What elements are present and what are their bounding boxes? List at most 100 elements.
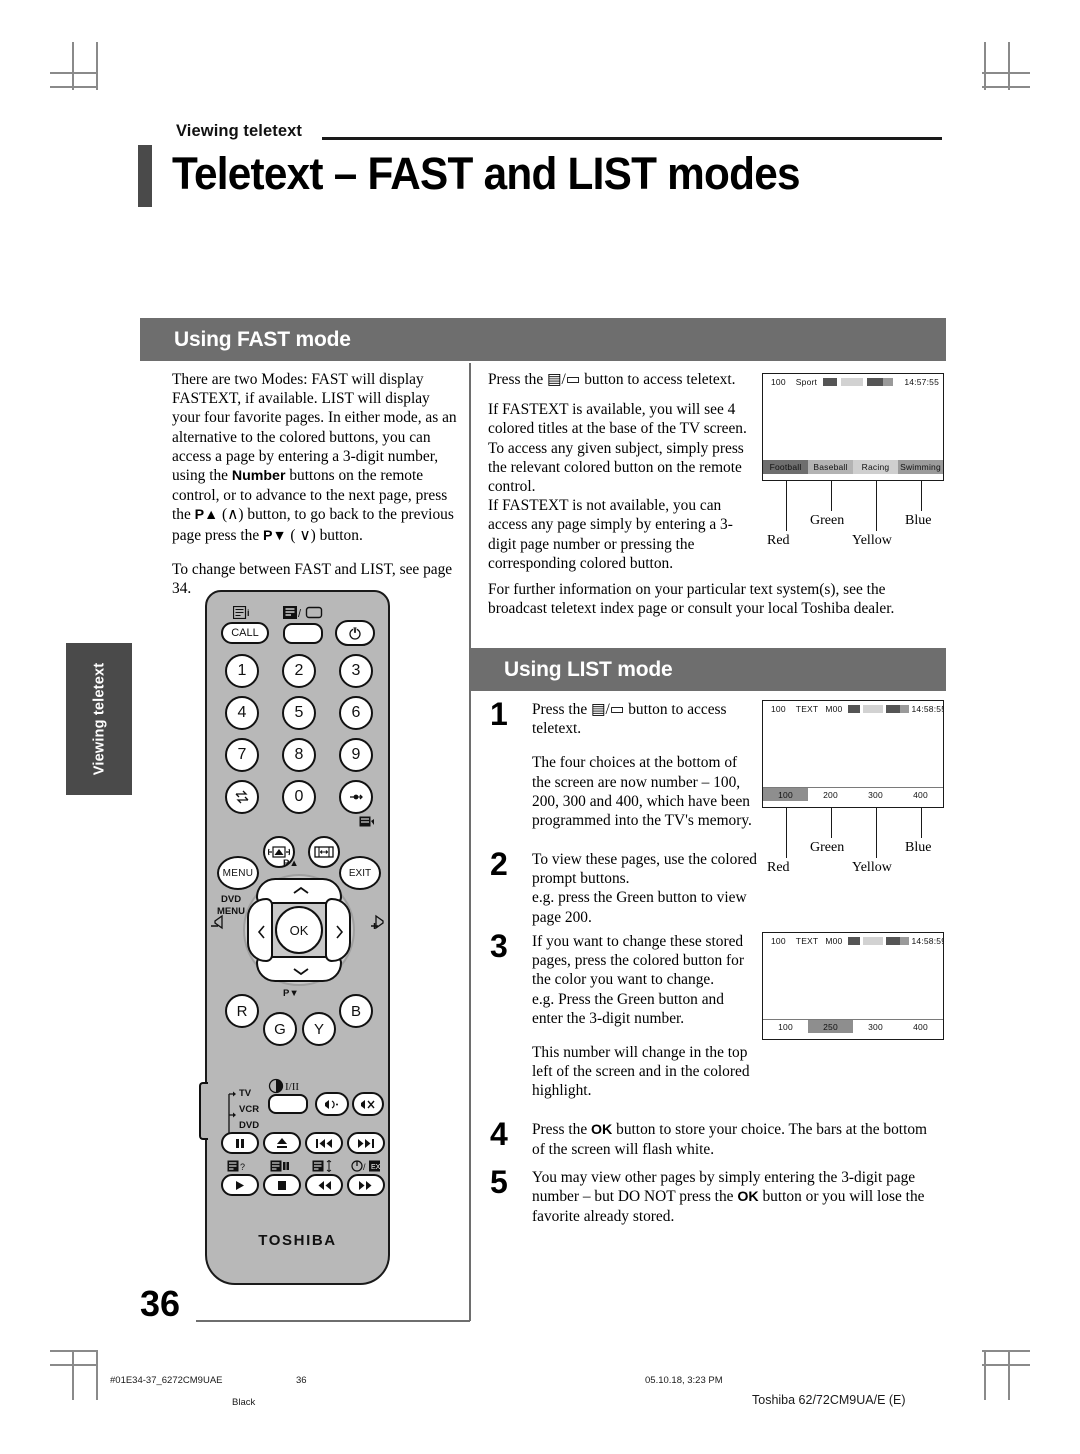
tv-prompt-cell: Swimming xyxy=(898,460,943,474)
rewind-button[interactable] xyxy=(305,1174,343,1196)
tv-screen-list-2: 100 TEXT M00 14:58:59 100 250 300 400 xyxy=(762,932,944,1040)
volume-down-icon xyxy=(211,914,229,930)
step-number: 5 xyxy=(490,1164,508,1200)
list-step-4: 4 Press the OK button to store your choi… xyxy=(490,1116,942,1159)
crop-mark-tr-h xyxy=(982,72,1030,74)
eject-button[interactable] xyxy=(263,1132,301,1154)
fast-forward-button[interactable] xyxy=(347,1174,385,1196)
tv-prompt-cell: 100 xyxy=(763,788,808,801)
skip-back-button[interactable] xyxy=(305,1132,343,1154)
svg-text:i: i xyxy=(247,608,250,618)
tv-screen-fastext: 100 Sport 14:57:55 Football Baseball Rac… xyxy=(762,373,944,481)
crop-mark-br-h2 xyxy=(982,1364,1030,1366)
pause-button[interactable] xyxy=(221,1132,259,1154)
nav-right-button[interactable] xyxy=(325,898,351,962)
content-frame-rule xyxy=(469,363,471,1321)
number-button-7[interactable]: 7 xyxy=(225,738,259,772)
color-button-green[interactable]: G xyxy=(263,1012,297,1046)
fast-mid-paragraph-1: Press the ▤/▭ button to access teletext. xyxy=(488,371,736,388)
leader-line-blue xyxy=(921,808,923,838)
tv-clock: 14:57:55 xyxy=(904,376,939,387)
number-button-1[interactable]: 1 xyxy=(225,654,259,688)
fast-left-column: There are two Modes: FAST will display F… xyxy=(172,370,458,598)
color-label-green: Green xyxy=(810,840,845,855)
device-label-vcr: VCR xyxy=(239,1104,260,1115)
step-text: If you want to change these stored pages… xyxy=(532,933,744,989)
color-button-red[interactable]: R xyxy=(225,994,259,1028)
number-button-6[interactable]: 6 xyxy=(339,696,373,730)
tv-fastext-prompt-bar: Football Baseball Racing Swimming xyxy=(763,460,943,474)
crop-mark-bl-h xyxy=(50,1350,98,1352)
step-text: To view these pages, use the colored pro… xyxy=(532,851,758,888)
tv-prompt-cell: Football xyxy=(763,460,808,474)
call-button[interactable]: CALL xyxy=(221,622,269,644)
stop-button[interactable] xyxy=(263,1174,301,1196)
p-up-label: P▲ xyxy=(283,858,299,869)
crop-mark-tl-h xyxy=(50,72,98,74)
menu-button[interactable]: MENU xyxy=(217,856,259,890)
power-button[interactable] xyxy=(335,620,375,646)
tv-list-prompt-bar: 100 250 300 400 xyxy=(763,1019,943,1033)
leader-line-red xyxy=(786,481,788,531)
tv-diagram-fastext: 100 Sport 14:57:55 Football Baseball Rac… xyxy=(762,373,944,548)
tv-clock: 14:58:59 xyxy=(911,935,944,946)
tv-prompt-cell: 400 xyxy=(913,789,928,800)
footer-page: 36 xyxy=(296,1375,307,1386)
footer-timestamp: 05.10.18, 3:23 PM xyxy=(645,1375,723,1386)
tv-clock: 14:58:55 xyxy=(911,703,944,714)
crop-mark-tl-v xyxy=(72,42,74,90)
teletext-hold-icon xyxy=(270,1160,292,1173)
color-button-yellow[interactable]: Y xyxy=(302,1012,336,1046)
exit-button[interactable]: EXIT xyxy=(339,856,381,890)
tv-header-blocks xyxy=(823,377,902,386)
sound-effect-button[interactable] xyxy=(315,1092,349,1116)
step-text-2: e.g. Press the Green button and enter th… xyxy=(532,990,724,1027)
timer-exit-icon: / EX xyxy=(351,1160,387,1173)
color-label-yellow: Yellow xyxy=(852,533,892,548)
number-button-8[interactable]: 8 xyxy=(282,738,316,772)
color-button-blue[interactable]: B xyxy=(339,994,373,1028)
step-number: 3 xyxy=(490,928,508,964)
play-button[interactable] xyxy=(221,1174,259,1196)
mute-button[interactable] xyxy=(352,1092,384,1116)
leader-line-yellow xyxy=(876,808,878,858)
tv-page-label: Sport xyxy=(795,376,818,387)
p-down-label: P▼ xyxy=(283,988,299,999)
number-button-5[interactable]: 5 xyxy=(282,696,316,730)
fast-mid-paragraph-2: If FASTEXT is available, you will see 4 … xyxy=(488,401,747,496)
teletext-button[interactable] xyxy=(283,623,323,644)
crop-mark-tr-v2 xyxy=(984,42,986,90)
page-kicker: Viewing teletext xyxy=(176,122,303,140)
footer-job-code: #01E34-37_6272CM9UAE xyxy=(110,1375,223,1386)
step-text-2: The four choices at the bottom of the sc… xyxy=(532,754,752,830)
tv-header-blocks xyxy=(848,936,910,945)
ok-button[interactable]: OK xyxy=(275,906,323,954)
leader-line-red xyxy=(786,808,788,858)
tv-status-bar: 100 TEXT M00 14:58:59 xyxy=(763,933,943,948)
number-button-9[interactable]: 9 xyxy=(339,738,373,772)
input-select-button[interactable] xyxy=(339,780,373,814)
section-title-list: Using LIST mode xyxy=(504,657,673,681)
volume-up-icon xyxy=(369,914,389,932)
device-selector: TV VCR DVD xyxy=(221,1086,260,1139)
color-label-red: Red xyxy=(767,533,790,548)
number-button-0[interactable]: 0 xyxy=(282,780,316,814)
skip-forward-button[interactable] xyxy=(347,1132,385,1154)
step-text: You may view other pages by simply enter… xyxy=(532,1169,925,1226)
step-number: 4 xyxy=(490,1116,508,1152)
nav-left-button[interactable] xyxy=(247,898,273,962)
tv-prompt-cell: 250 xyxy=(808,1020,853,1033)
sound-mode-button[interactable] xyxy=(268,1094,308,1114)
number-button-2[interactable]: 2 xyxy=(282,654,316,688)
fast-paragraph-1: There are two Modes: FAST will display F… xyxy=(172,371,457,544)
wide-mode-button[interactable] xyxy=(308,836,340,868)
tv-page-number: 100 xyxy=(771,703,786,714)
teletext-reveal-icon: ? xyxy=(227,1160,249,1173)
tv-prompt-cell: 300 xyxy=(868,1021,883,1032)
color-label-blue: Blue xyxy=(905,513,932,528)
channel-swap-button[interactable] xyxy=(225,780,259,814)
number-button-4[interactable]: 4 xyxy=(225,696,259,730)
remote-control-illustration: i CALL / 1 2 3 4 5 6 7 8 9 0 MENU DVD ME… xyxy=(199,590,390,1285)
number-button-3[interactable]: 3 xyxy=(339,654,373,688)
tv-header-blocks xyxy=(848,704,910,713)
